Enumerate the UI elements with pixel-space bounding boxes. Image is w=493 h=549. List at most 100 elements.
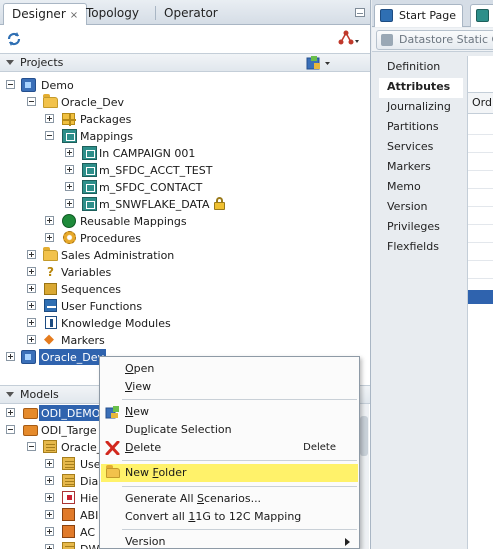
tree-node-variables[interactable]: ? Variables	[27, 264, 113, 281]
column-header-order[interactable]: Ord	[468, 92, 493, 114]
tab-datastore[interactable]	[470, 4, 493, 27]
minimize-icon[interactable]	[355, 8, 365, 17]
tree-node-demo[interactable]: Demo	[6, 77, 76, 94]
tree-node-oracle-model[interactable]: Oracle_	[27, 439, 104, 456]
menu-item-convert-mapping[interactable]: Convert all 11G to 12C Mapping	[101, 508, 358, 526]
tree-node-reusable-mappings[interactable]: Reusable Mappings	[45, 213, 189, 230]
tree-node-mappings[interactable]: Mappings	[45, 128, 135, 145]
nav-attributes[interactable]: Attributes	[379, 78, 463, 98]
table-row[interactable]	[468, 242, 493, 243]
collapse-icon[interactable]	[6, 392, 14, 397]
tree-node-datastore[interactable]: Use	[45, 456, 103, 473]
expand-toggle-icon[interactable]	[27, 335, 36, 344]
table-row[interactable]	[468, 170, 493, 171]
expand-toggle-icon[interactable]	[6, 352, 15, 361]
tree-node-packages[interactable]: Packages	[45, 111, 133, 128]
tree-node-mapping-item[interactable]: m_SFDC_ACCT_TEST	[65, 162, 214, 179]
nav-definition[interactable]: Definition	[379, 58, 463, 78]
table-row[interactable]	[468, 224, 493, 225]
tree-node-odi-target[interactable]: ODI_Targe	[6, 422, 99, 439]
tree-node-mapping-item[interactable]: m_SFDC_CONTACT	[65, 179, 204, 196]
menu-item-new[interactable]: New	[101, 403, 358, 421]
expand-toggle-icon[interactable]	[45, 114, 54, 123]
expand-toggle-icon[interactable]	[65, 182, 74, 191]
refresh-icon[interactable]	[6, 31, 22, 47]
nav-markers[interactable]: Markers	[379, 158, 463, 178]
menu-item-delete[interactable]: Delete Delete	[101, 439, 358, 457]
expand-toggle-icon[interactable]	[27, 267, 36, 276]
nav-journalizing[interactable]: Journalizing	[379, 98, 463, 118]
tree-node-mapping-item[interactable]: In CAMPAIGN 001	[65, 145, 197, 162]
collapse-icon[interactable]	[6, 60, 14, 65]
navigator-tabbar: Designer × Topology Operator	[0, 0, 370, 25]
menu-item-new-folder[interactable]: New Folder	[101, 464, 358, 482]
tree-node-sales-administration[interactable]: Sales Administration	[27, 247, 176, 264]
nav-services[interactable]: Services	[379, 138, 463, 158]
nav-version[interactable]: Version	[379, 198, 463, 218]
datastore-static-control-button[interactable]: Datastore Static C	[376, 30, 493, 50]
connect-navigator-icon[interactable]	[338, 30, 360, 48]
table-row[interactable]	[468, 206, 493, 207]
table-row[interactable]	[468, 260, 493, 261]
tree-node-oracle-dev-folder[interactable]: Oracle_Dev	[27, 94, 126, 111]
expand-toggle-icon[interactable]	[45, 527, 54, 536]
tree-node-datastore[interactable]: Dia	[45, 473, 100, 490]
tree-node-datastore[interactable]: Hie	[45, 490, 100, 507]
tab-operator[interactable]: Operator	[156, 3, 226, 25]
expand-toggle-icon[interactable]	[45, 493, 54, 502]
tree-node-sequences[interactable]: Sequences	[27, 281, 123, 298]
tree-node-user-functions[interactable]: User Functions	[27, 298, 144, 315]
nav-privileges[interactable]: Privileges	[379, 218, 463, 238]
expand-toggle-icon[interactable]	[65, 199, 74, 208]
expand-toggle-icon[interactable]	[27, 318, 36, 327]
expand-toggle-icon[interactable]	[45, 544, 54, 549]
nav-partitions[interactable]: Partitions	[379, 118, 463, 138]
collapse-toggle-icon[interactable]	[6, 80, 15, 89]
collapse-toggle-icon[interactable]	[6, 425, 15, 434]
table-row[interactable]	[468, 188, 493, 189]
expand-toggle-icon[interactable]	[65, 165, 74, 174]
scrollbar-thumb[interactable]	[360, 416, 368, 456]
table-row[interactable]	[468, 152, 493, 153]
tree-node-datastore[interactable]: AC	[45, 524, 97, 541]
tree-node-procedures[interactable]: Procedures	[45, 230, 143, 247]
menu-item-open[interactable]: Open	[101, 360, 358, 378]
table-row[interactable]	[468, 278, 493, 279]
expand-toggle-icon[interactable]	[27, 284, 36, 293]
new-project-icon[interactable]	[306, 55, 332, 71]
tab-designer[interactable]: Designer ×	[3, 3, 88, 25]
collapse-toggle-icon[interactable]	[27, 442, 36, 451]
menu-item-duplicate-selection[interactable]: Duplicate Selection	[101, 421, 358, 439]
tree-node-odi-demo[interactable]: ODI_DEMO	[6, 405, 103, 422]
expand-toggle-icon[interactable]	[6, 408, 15, 417]
menu-item-label: Delete	[125, 441, 162, 454]
projects-section-header[interactable]: Projects	[0, 53, 370, 72]
collapse-toggle-icon[interactable]	[45, 131, 54, 140]
nav-memo[interactable]: Memo	[379, 178, 463, 198]
expand-toggle-icon[interactable]	[45, 459, 54, 468]
tree-node-knowledge-modules[interactable]: Knowledge Modules	[27, 315, 173, 332]
collapse-toggle-icon[interactable]	[27, 97, 36, 106]
menu-item-view[interactable]: View	[101, 378, 358, 396]
menu-item-generate-all-scenarios[interactable]: Generate All Scenarios...	[101, 490, 358, 508]
expand-toggle-icon[interactable]	[27, 250, 36, 259]
expand-toggle-icon[interactable]	[27, 301, 36, 310]
tree-node-mapping-item[interactable]: m_SNWFLAKE_DATA	[65, 196, 225, 213]
expand-toggle-icon[interactable]	[45, 216, 54, 225]
close-icon[interactable]: ×	[70, 10, 78, 21]
tree-node-oracle-dev-project[interactable]: Oracle_Dev	[6, 349, 107, 366]
tree-node-markers[interactable]: ◆ Markers	[27, 332, 107, 349]
table-row[interactable]	[468, 134, 493, 135]
menu-item-version[interactable]: Version	[101, 533, 358, 549]
expand-toggle-icon[interactable]	[65, 148, 74, 157]
expand-toggle-icon[interactable]	[45, 233, 54, 242]
tree-node-datastore[interactable]: ABI	[45, 507, 100, 524]
expand-toggle-icon[interactable]	[45, 476, 54, 485]
tree-node-label: Variables	[61, 266, 112, 279]
expand-toggle-icon[interactable]	[45, 510, 54, 519]
selected-table-row[interactable]	[468, 290, 493, 304]
nav-flexfields[interactable]: Flexfields	[379, 238, 463, 258]
tree-node-datastore[interactable]: DW	[45, 541, 101, 549]
tab-topology[interactable]: Topology	[78, 3, 147, 25]
tab-start-page[interactable]: Start Page	[374, 4, 463, 27]
